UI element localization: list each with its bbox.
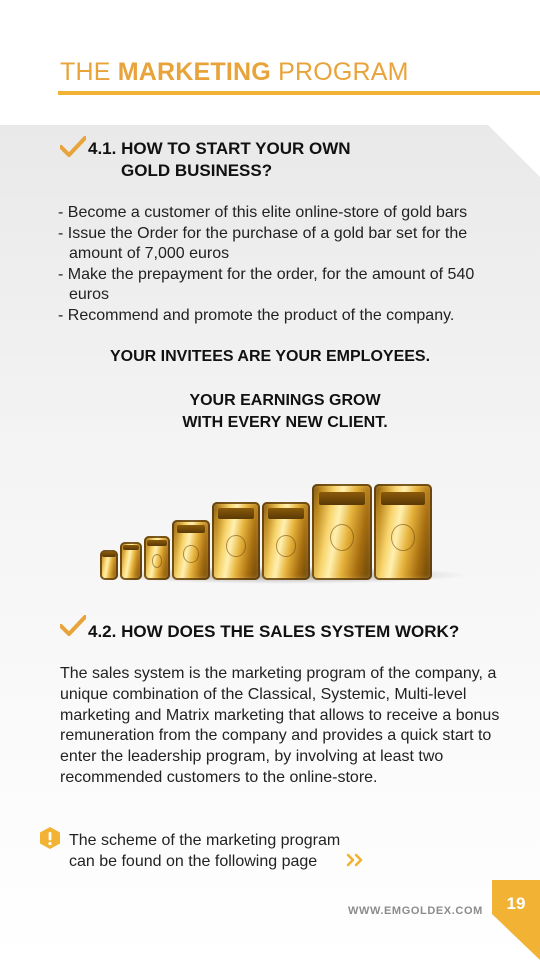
gold-bar [172,520,210,580]
gold-bar [120,542,142,580]
check-icon [60,136,86,157]
list-item: - Become a customer of this elite online… [58,204,468,221]
gold-bar [100,550,118,580]
gold-bar [262,502,310,580]
note-line-2: can be found on the following page [69,853,318,870]
list-item: - Make the prepayment for the order, for… [58,265,475,304]
exclamation-hexagon-icon [40,827,60,849]
scheme-note: The scheme of the marketing program can … [69,830,340,872]
gold-bar [312,484,372,580]
heading-line-1: 4.1. HOW TO START YOUR OWN [88,139,351,158]
gold-bar [212,502,260,580]
callout-earnings: YOUR EARNINGS GROW WITH EVERY NEW CLIENT… [15,390,540,434]
footer-website-link[interactable]: WWW.EMGOLDEX.COM [348,905,483,917]
list-item: - Recommend and promote the product of t… [58,306,455,324]
callout-earnings-line-2: WITH EVERY NEW CLIENT. [182,414,388,431]
heading-line-2: GOLD BUSINESS? [121,161,273,180]
callout-employees: YOUR INVITEES ARE YOUR EMPLOYEES. [109,348,431,365]
page-title: THE MARKETING PROGRAM [60,58,409,87]
title-suffix: PROGRAM [270,58,409,86]
note-line-1: The scheme of the marketing program [69,832,341,849]
list-item: - Issue the Order for the purchase of a … [58,224,468,263]
title-underline [58,91,540,95]
title-emphasis: MARKETING [117,58,271,86]
steps-list: - Become a customer of this elite online… [58,203,513,326]
gold-bar [144,536,170,580]
title-prefix: THE [60,58,118,86]
gold-bars-image [90,470,480,590]
section-heading-4-2: 4.2. HOW DOES THE SALES SYSTEM WORK? [88,622,460,641]
section-heading-4-1: 4.1. HOW TO START YOUR OWN GOLD BUSINESS… [88,138,351,182]
check-icon [60,615,86,636]
double-chevron-right-icon[interactable] [346,853,366,867]
callout-earnings-line-1: YOUR EARNINGS GROW [189,392,381,409]
gold-bar [374,484,432,580]
sales-system-paragraph: The sales system is the marketing progra… [60,665,500,786]
page-number: 19 [506,894,526,913]
